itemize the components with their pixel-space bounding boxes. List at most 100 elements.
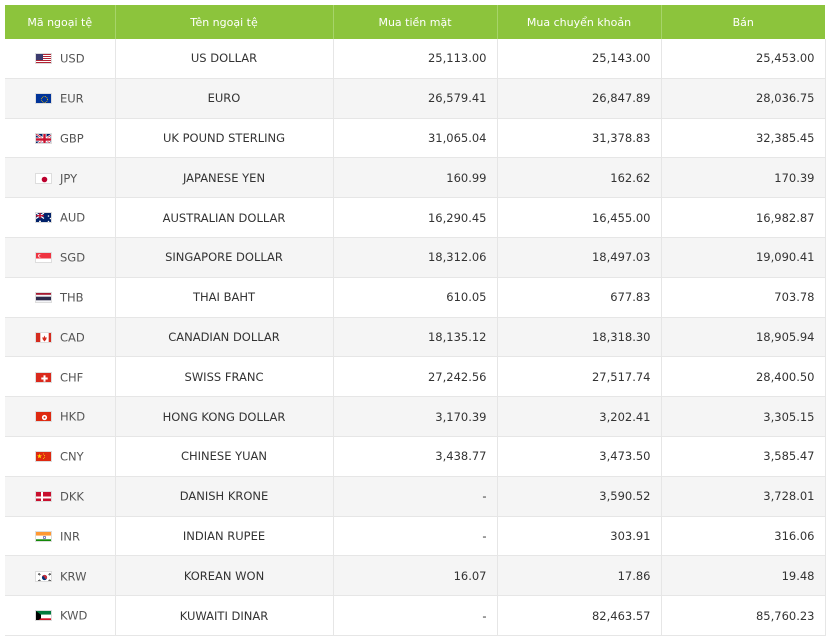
currency-code: EUR	[60, 91, 84, 106]
exchange-rate-table-container: Mã ngoại tệ Tên ngoại tệ Mua tiền mặt Mu…	[5, 5, 826, 636]
currency-name: KOREAN WON	[115, 555, 334, 597]
transfer-buy-rate: 25,143.00	[497, 39, 662, 79]
transfer-buy-rate: 82,463.57	[497, 595, 662, 636]
sell-rate: 19.48	[661, 555, 826, 597]
cash-buy-rate: 160.99	[333, 157, 498, 199]
ca-flag-icon	[35, 331, 52, 343]
currency-code-cell: JPY	[5, 157, 116, 199]
table-row: THB THAI BAHT 610.05 677.83 703.78	[5, 277, 826, 318]
table-row: USD US DOLLAR 25,113.00 25,143.00 25,453.00	[5, 39, 826, 79]
cash-buy-rate: 16.07	[333, 555, 498, 597]
cash-buy-rate: -	[333, 476, 498, 517]
header-transfer-buy[interactable]: Mua chuyển khoản	[497, 5, 662, 39]
cash-buy-rate: -	[333, 516, 498, 557]
currency-code-cell: INR	[5, 516, 116, 557]
currency-code-cell: KRW	[5, 555, 116, 597]
currency-code: THB	[60, 290, 84, 305]
currency-name: JAPANESE YEN	[115, 157, 334, 199]
sell-rate: 16,982.87	[661, 197, 826, 238]
cash-buy-rate: 3,170.39	[333, 396, 498, 437]
header-sell[interactable]: Bán	[661, 5, 825, 39]
table-header-row: Mã ngoại tệ Tên ngoại tệ Mua tiền mặt Mu…	[5, 5, 825, 39]
transfer-buy-rate: 17.86	[497, 555, 662, 597]
transfer-buy-rate: 16,455.00	[497, 197, 662, 238]
currency-name: KUWAITI DINAR	[115, 595, 334, 636]
cash-buy-rate: 26,579.41	[333, 78, 498, 119]
header-cash-buy[interactable]: Mua tiền mặt	[333, 5, 498, 39]
cash-buy-rate: 18,312.06	[333, 237, 498, 278]
currency-code: SGD	[60, 250, 86, 265]
uk-flag-icon	[35, 132, 52, 144]
transfer-buy-rate: 18,497.03	[497, 237, 662, 278]
transfer-buy-rate: 303.91	[497, 516, 662, 557]
currency-code-cell: DKK	[5, 476, 116, 517]
transfer-buy-rate: 3,202.41	[497, 396, 662, 437]
table-row: HKD HONG KONG DOLLAR 3,170.39 3,202.41 3,305…	[5, 396, 826, 437]
currency-code: CAD	[60, 330, 85, 345]
currency-name: AUSTRALIAN DOLLAR	[115, 197, 334, 238]
sell-rate: 28,036.75	[661, 78, 826, 119]
currency-code-cell: EUR	[5, 78, 116, 119]
sell-rate: 28,400.50	[661, 356, 826, 398]
currency-code: CNY	[60, 449, 84, 464]
currency-code: USD	[60, 51, 85, 66]
currency-code: CHF	[60, 370, 84, 385]
transfer-buy-rate: 3,590.52	[497, 476, 662, 517]
currency-code-cell: AUD	[5, 197, 116, 238]
exchange-rate-table: Mã ngoại tệ Tên ngoại tệ Mua tiền mặt Mu…	[5, 5, 826, 636]
ch-flag-icon	[35, 371, 52, 383]
cash-buy-rate: 3,438.77	[333, 436, 498, 477]
au-flag-icon	[35, 212, 52, 224]
currency-name: CANADIAN DOLLAR	[115, 317, 334, 358]
currency-code: INR	[60, 529, 80, 544]
cash-buy-rate: 610.05	[333, 277, 498, 318]
currency-name: US DOLLAR	[115, 39, 334, 79]
table-row: CAD CANADIAN DOLLAR 18,135.12 18,318.30 18,9…	[5, 317, 826, 358]
currency-code: DKK	[60, 489, 84, 504]
table-row: SGD SINGAPORE DOLLAR 18,312.06 18,497.03 19,…	[5, 237, 826, 278]
currency-name: INDIAN RUPEE	[115, 516, 334, 557]
sell-rate: 170.39	[661, 157, 826, 199]
sell-rate: 19,090.41	[661, 237, 826, 278]
sell-rate: 3,305.15	[661, 396, 826, 437]
us-flag-icon	[35, 53, 52, 65]
eu-flag-icon	[35, 92, 52, 104]
transfer-buy-rate: 26,847.89	[497, 78, 662, 119]
sell-rate: 85,760.23	[661, 595, 826, 636]
dk-flag-icon	[35, 490, 52, 502]
currency-name: THAI BAHT	[115, 277, 334, 318]
sell-rate: 18,905.94	[661, 317, 826, 358]
transfer-buy-rate: 677.83	[497, 277, 662, 318]
header-currency-name[interactable]: Tên ngoại tệ	[115, 5, 334, 39]
cash-buy-rate: 25,113.00	[333, 39, 498, 79]
hk-flag-icon	[35, 411, 52, 423]
currency-code-cell: KWD	[5, 595, 116, 636]
table-row: EUR EURO 26,579.41 26,847.89 28,036.75	[5, 78, 826, 119]
currency-code-cell: USD	[5, 39, 116, 79]
currency-code-cell: CAD	[5, 317, 116, 358]
sell-rate: 3,728.01	[661, 476, 826, 517]
sell-rate: 316.06	[661, 516, 826, 557]
currency-code-cell: HKD	[5, 396, 116, 437]
currency-code-cell: CNY	[5, 436, 116, 477]
transfer-buy-rate: 3,473.50	[497, 436, 662, 477]
currency-name: SWISS FRANC	[115, 356, 334, 398]
currency-name: HONG KONG DOLLAR	[115, 396, 334, 437]
transfer-buy-rate: 31,378.83	[497, 118, 662, 159]
currency-code: GBP	[60, 131, 84, 146]
sell-rate: 703.78	[661, 277, 826, 318]
sell-rate: 25,453.00	[661, 39, 826, 79]
sg-flag-icon	[35, 252, 52, 264]
cash-buy-rate: 16,290.45	[333, 197, 498, 238]
table-row: KRW KOREAN WON 16.07 17.86 19.48	[5, 555, 826, 597]
table-row: GBP UK POUND STERLING 31,065.04 31,378.83 32…	[5, 118, 826, 159]
header-currency-code[interactable]: Mã ngoại tệ	[5, 5, 116, 39]
currency-code: JPY	[60, 171, 78, 186]
transfer-buy-rate: 162.62	[497, 157, 662, 199]
table-row: DKK DANISH KRONE -3,590.52 3,728.01	[5, 476, 826, 517]
transfer-buy-rate: 18,318.30	[497, 317, 662, 358]
currency-code: KWD	[60, 608, 88, 623]
table-row: AUD AUSTRALIAN DOLLAR 16,290.45 16,455.00 16…	[5, 197, 826, 238]
currency-name: UK POUND STERLING	[115, 118, 334, 159]
cash-buy-rate: 31,065.04	[333, 118, 498, 159]
